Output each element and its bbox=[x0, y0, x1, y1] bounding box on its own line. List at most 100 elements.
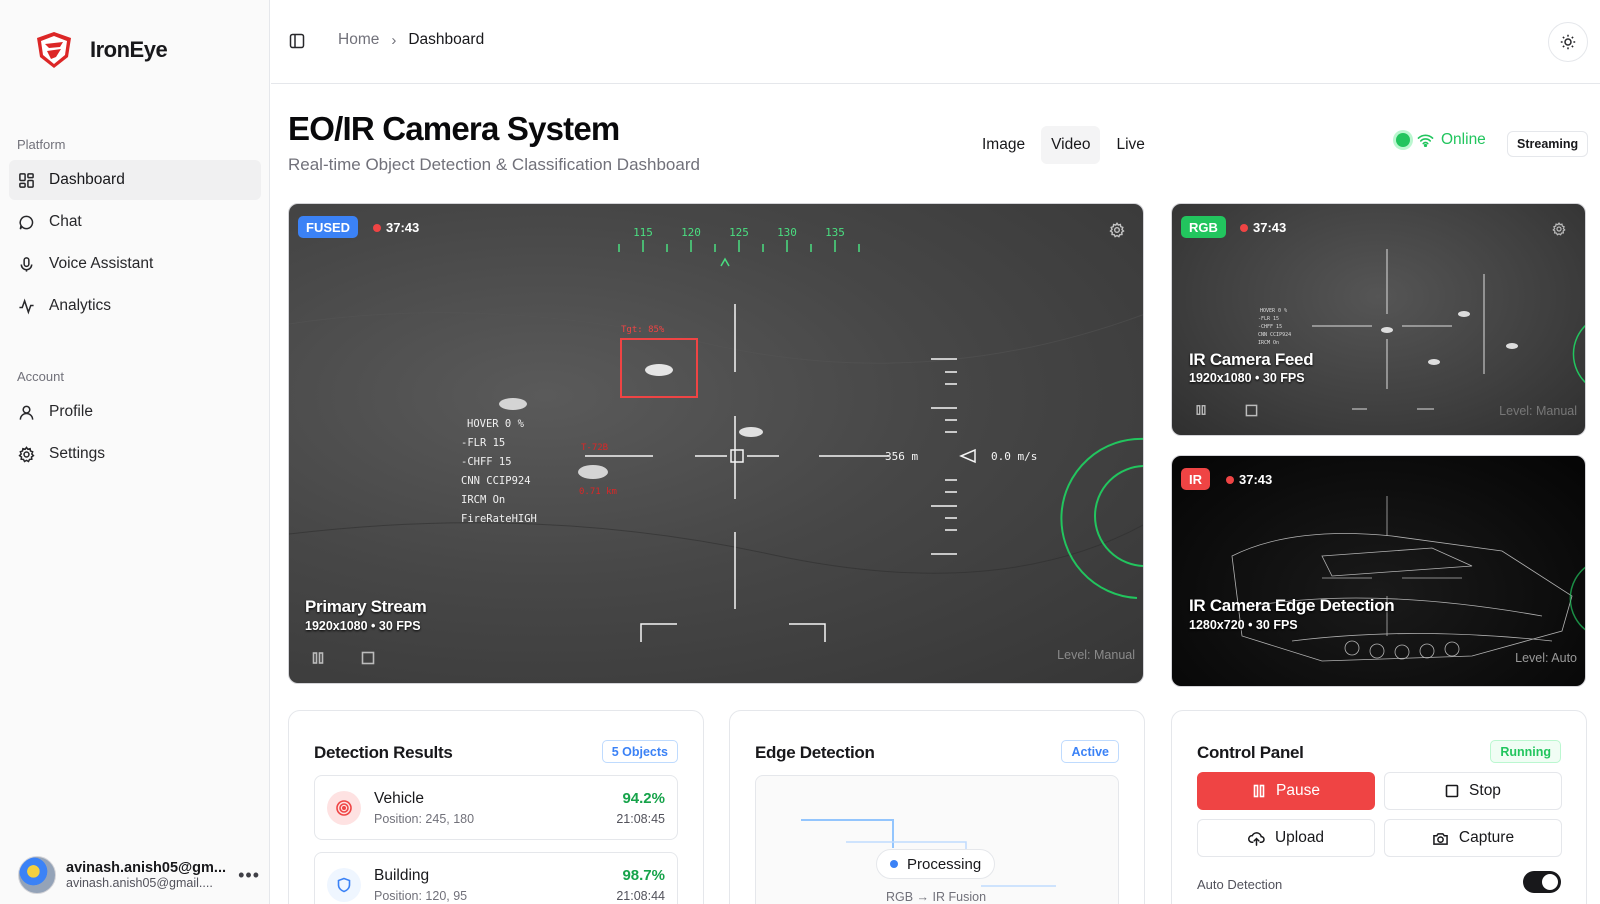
theme-toggle-button[interactable] bbox=[1548, 22, 1588, 62]
sidebar-item-profile[interactable]: Profile bbox=[9, 392, 261, 432]
sidebar-item-analytics[interactable]: Analytics bbox=[9, 286, 261, 326]
pause-button[interactable]: Pause bbox=[1197, 772, 1375, 810]
target-label: T-72B bbox=[581, 443, 608, 453]
pause-icon[interactable] bbox=[311, 651, 325, 665]
app-name: IronEye bbox=[90, 37, 168, 62]
mode-tabs: Image Video Live bbox=[972, 126, 1155, 164]
stop-icon[interactable] bbox=[361, 651, 375, 665]
recording-indicator: 37:43 bbox=[1240, 220, 1286, 235]
user-name: avinash.anish05@gm... bbox=[66, 860, 227, 876]
status-dot bbox=[1396, 133, 1410, 147]
upload-label: Upload bbox=[1274, 829, 1325, 846]
page-title: EO/IR Camera System bbox=[288, 110, 620, 147]
ironeye-logo-icon bbox=[37, 32, 71, 68]
more-options-icon[interactable]: ••• bbox=[238, 865, 260, 886]
feed-settings-icon[interactable] bbox=[1552, 222, 1566, 236]
dashboard-icon bbox=[19, 172, 34, 188]
primary-stream-feed[interactable]: 115 120 125 130 135 356 m 0.0 m/s HOVER … bbox=[288, 203, 1144, 684]
hud-status-line: CNN CCIP924 bbox=[461, 475, 531, 487]
topbar: Home › Dashboard bbox=[271, 0, 1600, 84]
detection-confidence: 98.7% bbox=[622, 867, 665, 884]
analytics-icon bbox=[19, 298, 34, 314]
sidebar-item-voice-assistant[interactable]: Voice Assistant bbox=[9, 244, 261, 284]
edge-detection-card: Edge Detection Active Processing RGB → I… bbox=[729, 710, 1145, 904]
fused-badge: FUSED bbox=[298, 216, 359, 238]
compass-label: 115 bbox=[633, 226, 653, 239]
feed-resolution: 1280x720 • 30 FPS bbox=[1189, 618, 1298, 632]
stop-icon[interactable] bbox=[1245, 404, 1258, 417]
upload-button[interactable]: Upload bbox=[1197, 819, 1375, 857]
hud-status-line: -CHFF 15 bbox=[461, 456, 512, 468]
running-badge: Running bbox=[1490, 740, 1561, 763]
sidebar-item-label: Dashboard bbox=[49, 171, 125, 188]
ir-badge: IR bbox=[1181, 468, 1210, 490]
edge-visualization: Processing RGB → IR Fusion bbox=[755, 775, 1119, 904]
user-email: avinash.anish05@gmail.... bbox=[66, 876, 213, 890]
detection-name: Building bbox=[374, 867, 430, 884]
feed-level: Level: Manual bbox=[1057, 648, 1135, 662]
connection-status: Online bbox=[1396, 131, 1486, 149]
svg-text:CNN CCIP924: CNN CCIP924 bbox=[1258, 332, 1291, 338]
streaming-badge: Streaming bbox=[1507, 131, 1589, 157]
card-title: Control Panel bbox=[1197, 743, 1304, 762]
breadcrumb-current: Dashboard bbox=[408, 31, 485, 48]
feed-level: Level: Auto bbox=[1515, 651, 1577, 665]
feed-level: Level: Manual bbox=[1499, 404, 1577, 418]
card-title: Edge Detection bbox=[755, 743, 875, 762]
feed-resolution: 1920x1080 • 30 FPS bbox=[305, 619, 421, 633]
recording-time: 37:43 bbox=[1239, 472, 1273, 487]
auto-detection-toggle[interactable] bbox=[1523, 871, 1561, 893]
detection-name: Vehicle bbox=[374, 790, 424, 807]
compass-label: 125 bbox=[729, 226, 749, 239]
detection-item[interactable]: Building Position: 120, 95 98.7% 21:08:4… bbox=[314, 852, 678, 904]
page-subtitle: Real-time Object Detection & Classificat… bbox=[288, 155, 700, 174]
svg-text:IRCM On: IRCM On bbox=[1258, 340, 1279, 346]
user-menu[interactable]: avinash.anish05@gm... avinash.anish05@gm… bbox=[18, 856, 260, 894]
pause-icon[interactable] bbox=[1195, 404, 1207, 416]
compass-label: 135 bbox=[825, 226, 845, 239]
tab-live[interactable]: Live bbox=[1106, 126, 1154, 164]
processing-indicator: Processing bbox=[876, 849, 996, 879]
ir-camera-feed[interactable]: HOVER 0 % -FLR 15 -CHFF 15 CNN CCIP924 IRCM … bbox=[1171, 203, 1586, 436]
detection-time: 21:08:45 bbox=[616, 812, 665, 826]
hud-status-line: FireRateHIGH bbox=[461, 513, 537, 525]
recording-indicator: 37:43 bbox=[373, 220, 419, 235]
brand[interactable]: IronEye bbox=[34, 30, 168, 70]
detection-time: 21:08:44 bbox=[616, 889, 665, 903]
tab-video[interactable]: Video bbox=[1041, 126, 1101, 164]
avatar bbox=[18, 856, 56, 894]
edge-lines bbox=[801, 819, 1056, 887]
hud-status-line: HOVER 0 % bbox=[467, 418, 525, 430]
tab-image[interactable]: Image bbox=[972, 126, 1035, 164]
breadcrumb-home[interactable]: Home bbox=[338, 31, 379, 49]
hud-overlay: HOVER 0 % -FLR 15 -CHFF 15 CNN CCIP924 IRCM … bbox=[1258, 249, 1585, 410]
nav-section-account: Account bbox=[17, 369, 64, 384]
sidebar: IronEye Platform Dashboard Chat Voice As… bbox=[0, 0, 270, 904]
feed-settings-icon[interactable] bbox=[1109, 222, 1125, 238]
stop-icon bbox=[1445, 784, 1459, 798]
stop-button[interactable]: Stop bbox=[1384, 772, 1562, 810]
hud-status-line: -FLR 15 bbox=[461, 437, 505, 449]
sidebar-item-label: Voice Assistant bbox=[49, 255, 154, 272]
sun-icon bbox=[1560, 34, 1576, 50]
active-badge: Active bbox=[1061, 740, 1119, 763]
auto-detection-label: Auto Detection bbox=[1197, 877, 1283, 892]
sidebar-toggle-icon[interactable] bbox=[289, 33, 305, 49]
rgb-badge: RGB bbox=[1181, 216, 1226, 238]
sidebar-item-dashboard[interactable]: Dashboard bbox=[9, 160, 261, 200]
gear-icon bbox=[18, 445, 35, 463]
target-label: Tgt: 85% bbox=[621, 325, 665, 335]
target-range: 0.71 km bbox=[579, 487, 617, 497]
capture-button[interactable]: Capture bbox=[1384, 819, 1562, 857]
sidebar-item-settings[interactable]: Settings bbox=[9, 434, 261, 474]
wifi-icon bbox=[1417, 134, 1434, 147]
sidebar-item-chat[interactable]: Chat bbox=[9, 202, 261, 242]
ir-edge-detection-feed[interactable]: IR 37:43 IR Camera Edge Detection 1280x7… bbox=[1171, 455, 1586, 687]
status-text: Online bbox=[1441, 131, 1486, 148]
chat-icon bbox=[19, 215, 34, 229]
detection-item[interactable]: Vehicle Position: 245, 180 94.2% 21:08:4… bbox=[314, 775, 678, 840]
svg-text:-CHFF 15: -CHFF 15 bbox=[1258, 324, 1282, 330]
hud-status-line: IRCM On bbox=[461, 494, 505, 506]
speed-readout: 0.0 m/s bbox=[991, 450, 1037, 463]
stop-label: Stop bbox=[1469, 782, 1501, 799]
